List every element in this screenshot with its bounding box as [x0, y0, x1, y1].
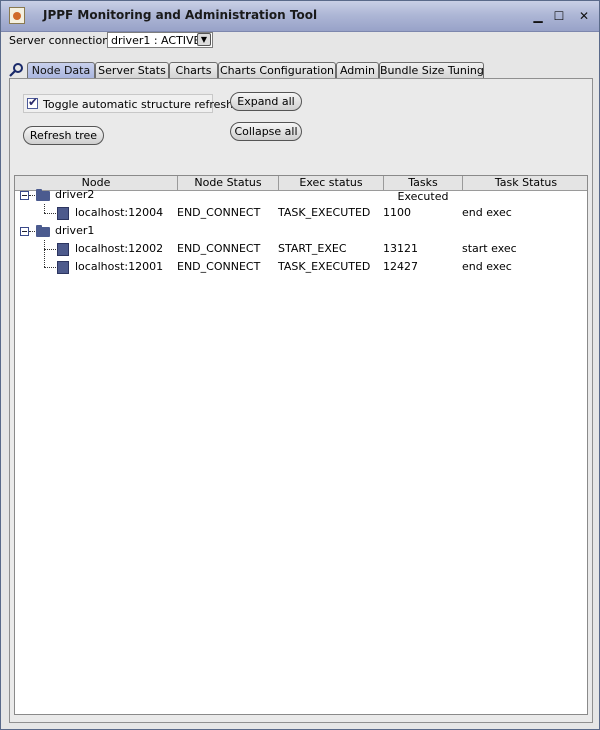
tab-server-stats[interactable]: Server Stats	[95, 62, 169, 78]
node-icon	[57, 243, 69, 256]
search-icon	[9, 63, 23, 77]
exec-status: START_EXEC	[278, 242, 347, 255]
column-header-node-status[interactable]: Node Status	[178, 176, 279, 190]
node-address: localhost:12002	[75, 242, 164, 255]
exec-status: TASK_EXECUTED	[278, 260, 371, 273]
column-header-task-status[interactable]: Task Status	[463, 176, 587, 190]
close-button[interactable]: ✕	[577, 9, 591, 23]
tree-connector	[44, 204, 45, 213]
tree-connector	[44, 213, 56, 214]
table-header: Node Node Status Exec status Tasks Execu…	[15, 176, 587, 203]
node-status: END_CONNECT	[177, 242, 261, 255]
collapse-icon[interactable]	[20, 191, 29, 200]
toggle-refresh-label: Toggle automatic structure refresh	[43, 98, 234, 111]
column-header-tasks-executed[interactable]: Tasks Executed	[384, 176, 463, 203]
refresh-tree-button[interactable]: Refresh tree	[23, 126, 104, 145]
maximize-button[interactable]: ☐	[552, 9, 566, 23]
server-connection-label: Server connection	[9, 34, 110, 47]
app-window: JPPF Monitoring and Administration Tool …	[0, 0, 600, 730]
window-title: JPPF Monitoring and Administration Tool	[43, 8, 318, 22]
tab-charts[interactable]: Charts	[169, 62, 218, 78]
title-bar[interactable]: JPPF Monitoring and Administration Tool …	[1, 1, 599, 32]
folder-icon	[36, 225, 50, 237]
tab-bundle-size-tuning[interactable]: Bundle Size Tuning	[379, 62, 484, 78]
server-connection-select[interactable]: driver1 : ACTIVE ▼	[107, 32, 213, 48]
collapse-all-button[interactable]: Collapse all	[230, 122, 302, 141]
tree-connector	[44, 240, 45, 267]
node-icon	[57, 207, 69, 220]
expand-all-button[interactable]: Expand all	[230, 92, 302, 111]
node-data-panel: Toggle automatic structure refresh Expan…	[9, 78, 593, 723]
tree-connector	[44, 267, 56, 268]
node-address: localhost:12001	[75, 260, 164, 273]
column-header-exec-status[interactable]: Exec status	[279, 176, 384, 190]
tab-charts-configuration[interactable]: Charts Configuration	[218, 62, 336, 78]
tab-admin[interactable]: Admin	[336, 62, 379, 78]
checkbox-checked-icon[interactable]	[27, 95, 38, 109]
node-icon	[57, 261, 69, 274]
tree-connector	[44, 249, 56, 250]
tab-node-data[interactable]: Node Data	[27, 62, 95, 78]
node-status: END_CONNECT	[177, 206, 261, 219]
tasks-executed: 12427	[383, 260, 418, 273]
driver-name: driver2	[55, 188, 95, 201]
node-status: END_CONNECT	[177, 260, 261, 273]
toggle-refresh-checkbox[interactable]: Toggle automatic structure refresh	[23, 94, 233, 113]
folder-icon	[36, 189, 50, 201]
node-tree-table[interactable]: Node Node Status Exec status Tasks Execu…	[14, 175, 588, 715]
minimize-button[interactable]: ▁	[531, 9, 545, 23]
driver-name: driver1	[55, 224, 95, 237]
column-header-node[interactable]: Node	[15, 176, 178, 190]
chevron-down-icon[interactable]: ▼	[197, 33, 211, 46]
tasks-executed: 1100	[383, 206, 411, 219]
exec-status: TASK_EXECUTED	[278, 206, 371, 219]
node-address: localhost:12004	[75, 206, 164, 219]
collapse-icon[interactable]	[20, 227, 29, 236]
server-connection-value: driver1 : ACTIVE	[111, 34, 201, 47]
task-status: start exec	[462, 242, 517, 255]
tree-connector	[29, 231, 35, 232]
java-app-icon	[9, 7, 25, 24]
tasks-executed: 13121	[383, 242, 418, 255]
task-status: end exec	[462, 260, 512, 273]
task-status: end exec	[462, 206, 512, 219]
tree-connector	[29, 195, 35, 196]
